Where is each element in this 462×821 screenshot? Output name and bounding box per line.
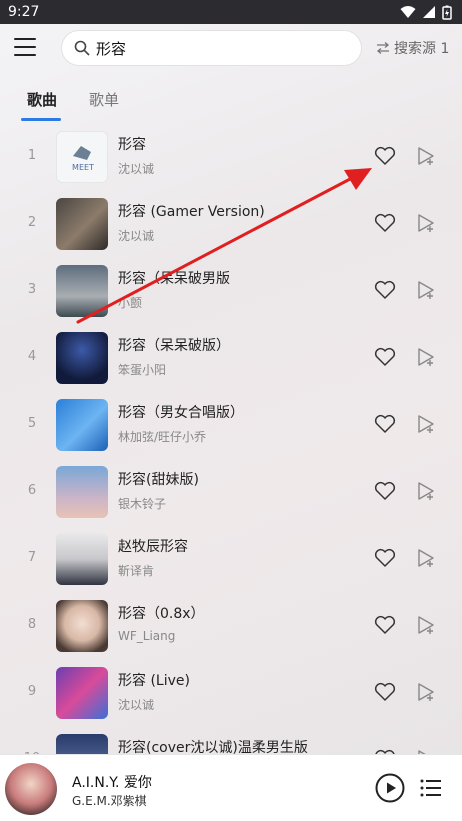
top-bar: 搜索源 1 xyxy=(0,24,462,72)
add-to-queue-icon[interactable] xyxy=(416,481,436,501)
song-title: 形容（呆呆破男版 xyxy=(118,271,230,287)
song-cover xyxy=(56,734,108,754)
tab-indicator xyxy=(21,118,61,121)
tab-playlists[interactable]: 歌单 xyxy=(89,89,119,110)
heart-icon[interactable] xyxy=(374,682,396,702)
add-to-queue-icon[interactable] xyxy=(416,548,436,568)
search-icon xyxy=(74,40,90,56)
add-to-queue-icon[interactable] xyxy=(416,213,436,233)
cover-text: MEET xyxy=(72,163,94,172)
search-input[interactable] xyxy=(96,39,336,57)
song-title: 形容（男女合唱版） xyxy=(118,405,244,421)
song-row[interactable]: 6 形容(甜妹版) 银木铃子 xyxy=(0,459,462,526)
song-title: 形容 (Gamer Version) xyxy=(118,204,265,220)
search-source-label: 搜索源 1 xyxy=(394,41,450,57)
song-cover xyxy=(56,533,108,585)
song-title: 形容 xyxy=(118,137,146,153)
song-cover xyxy=(56,466,108,518)
now-playing-cover[interactable] xyxy=(5,763,57,815)
status-icons xyxy=(400,5,452,20)
song-index: 6 xyxy=(27,483,37,498)
song-title: 赵牧辰形容 xyxy=(118,539,188,555)
song-title: 形容（呆呆破版） xyxy=(118,338,230,354)
heart-icon[interactable] xyxy=(374,213,396,233)
swap-icon xyxy=(376,42,390,54)
song-title: 形容(甜妹版) xyxy=(118,472,199,488)
status-bar: 9:27 xyxy=(0,0,462,24)
now-playing-artist: G.E.M.邓紫棋 xyxy=(72,794,147,808)
play-icon[interactable] xyxy=(375,773,405,803)
add-to-queue-icon[interactable] xyxy=(416,146,436,166)
heart-icon[interactable] xyxy=(374,347,396,367)
song-row[interactable]: 3 形容（呆呆破男版 小颤 xyxy=(0,258,462,325)
add-to-queue-icon[interactable] xyxy=(416,414,436,434)
song-index: 8 xyxy=(27,617,37,632)
song-row[interactable]: 1 MEET 形容 沈以诚 xyxy=(0,124,462,191)
song-cover: MEET xyxy=(56,131,108,183)
song-artist: 靳译肯 xyxy=(118,564,155,578)
song-row[interactable]: 4 形容（呆呆破版） 笨蛋小阳 xyxy=(0,325,462,392)
status-time: 9:27 xyxy=(8,4,40,20)
song-index: 9 xyxy=(27,684,37,699)
song-index: 3 xyxy=(27,282,37,297)
wifi-icon xyxy=(400,6,416,18)
song-artist: 沈以诚 xyxy=(118,162,155,176)
song-row[interactable]: 9 形容 (Live) 沈以诚 xyxy=(0,660,462,727)
menu-icon[interactable] xyxy=(14,38,36,56)
song-artist: 笨蛋小阳 xyxy=(118,363,167,377)
tab-bar: 歌曲 歌单 xyxy=(0,84,462,124)
add-to-queue-icon[interactable] xyxy=(416,682,436,702)
now-playing-bar[interactable]: A.I.N.Y. 爱你 G.E.M.邓紫棋 xyxy=(0,754,462,821)
song-cover xyxy=(56,265,108,317)
heart-icon[interactable] xyxy=(374,481,396,501)
add-to-queue-icon[interactable] xyxy=(416,347,436,367)
song-artist: 沈以诚 xyxy=(118,698,155,712)
playlist-icon[interactable] xyxy=(420,779,442,797)
song-index: 5 xyxy=(27,416,37,431)
song-artist: 银木铃子 xyxy=(118,497,167,511)
song-index: 7 xyxy=(27,550,37,565)
now-playing-title: A.I.N.Y. 爱你 xyxy=(72,775,152,791)
song-row[interactable]: 10 形容(cover沈以诚)温柔男生版 xyxy=(0,727,462,754)
song-cover xyxy=(56,600,108,652)
add-to-queue-icon[interactable] xyxy=(416,280,436,300)
search-box[interactable] xyxy=(61,30,362,66)
song-cover xyxy=(56,198,108,250)
battery-icon xyxy=(442,5,452,20)
signal-icon xyxy=(423,6,435,18)
song-artist: 沈以诚 xyxy=(118,229,155,243)
heart-icon[interactable] xyxy=(374,414,396,434)
song-row[interactable]: 8 形容（0.8x） WF_Liang xyxy=(0,593,462,660)
song-artist: 小颤 xyxy=(118,296,143,310)
song-title: 形容(cover沈以诚)温柔男生版 xyxy=(118,740,308,754)
heart-icon[interactable] xyxy=(374,615,396,635)
song-cover xyxy=(56,667,108,719)
song-row[interactable]: 7 赵牧辰形容 靳译肯 xyxy=(0,526,462,593)
song-row[interactable]: 2 形容 (Gamer Version) 沈以诚 xyxy=(0,191,462,258)
song-cover xyxy=(56,399,108,451)
tab-songs[interactable]: 歌曲 xyxy=(27,89,57,110)
song-title: 形容（0.8x） xyxy=(118,606,205,622)
song-index: 2 xyxy=(27,215,37,230)
heart-icon[interactable] xyxy=(374,280,396,300)
song-artist: WF_Liang xyxy=(118,629,176,643)
heart-icon[interactable] xyxy=(374,548,396,568)
search-source-button[interactable]: 搜索源 1 xyxy=(376,38,449,58)
song-artist: 林加弦/旺仔小乔 xyxy=(118,430,207,444)
song-row[interactable]: 5 形容（男女合唱版） 林加弦/旺仔小乔 xyxy=(0,392,462,459)
add-to-queue-icon[interactable] xyxy=(416,615,436,635)
heart-icon[interactable] xyxy=(374,146,396,166)
song-title: 形容 (Live) xyxy=(118,673,190,689)
song-list: 1 MEET 形容 沈以诚 2 形容 (Gamer Version) 沈以诚 3… xyxy=(0,124,462,754)
song-index: 1 xyxy=(27,148,37,163)
song-cover xyxy=(56,332,108,384)
song-index: 4 xyxy=(27,349,37,364)
